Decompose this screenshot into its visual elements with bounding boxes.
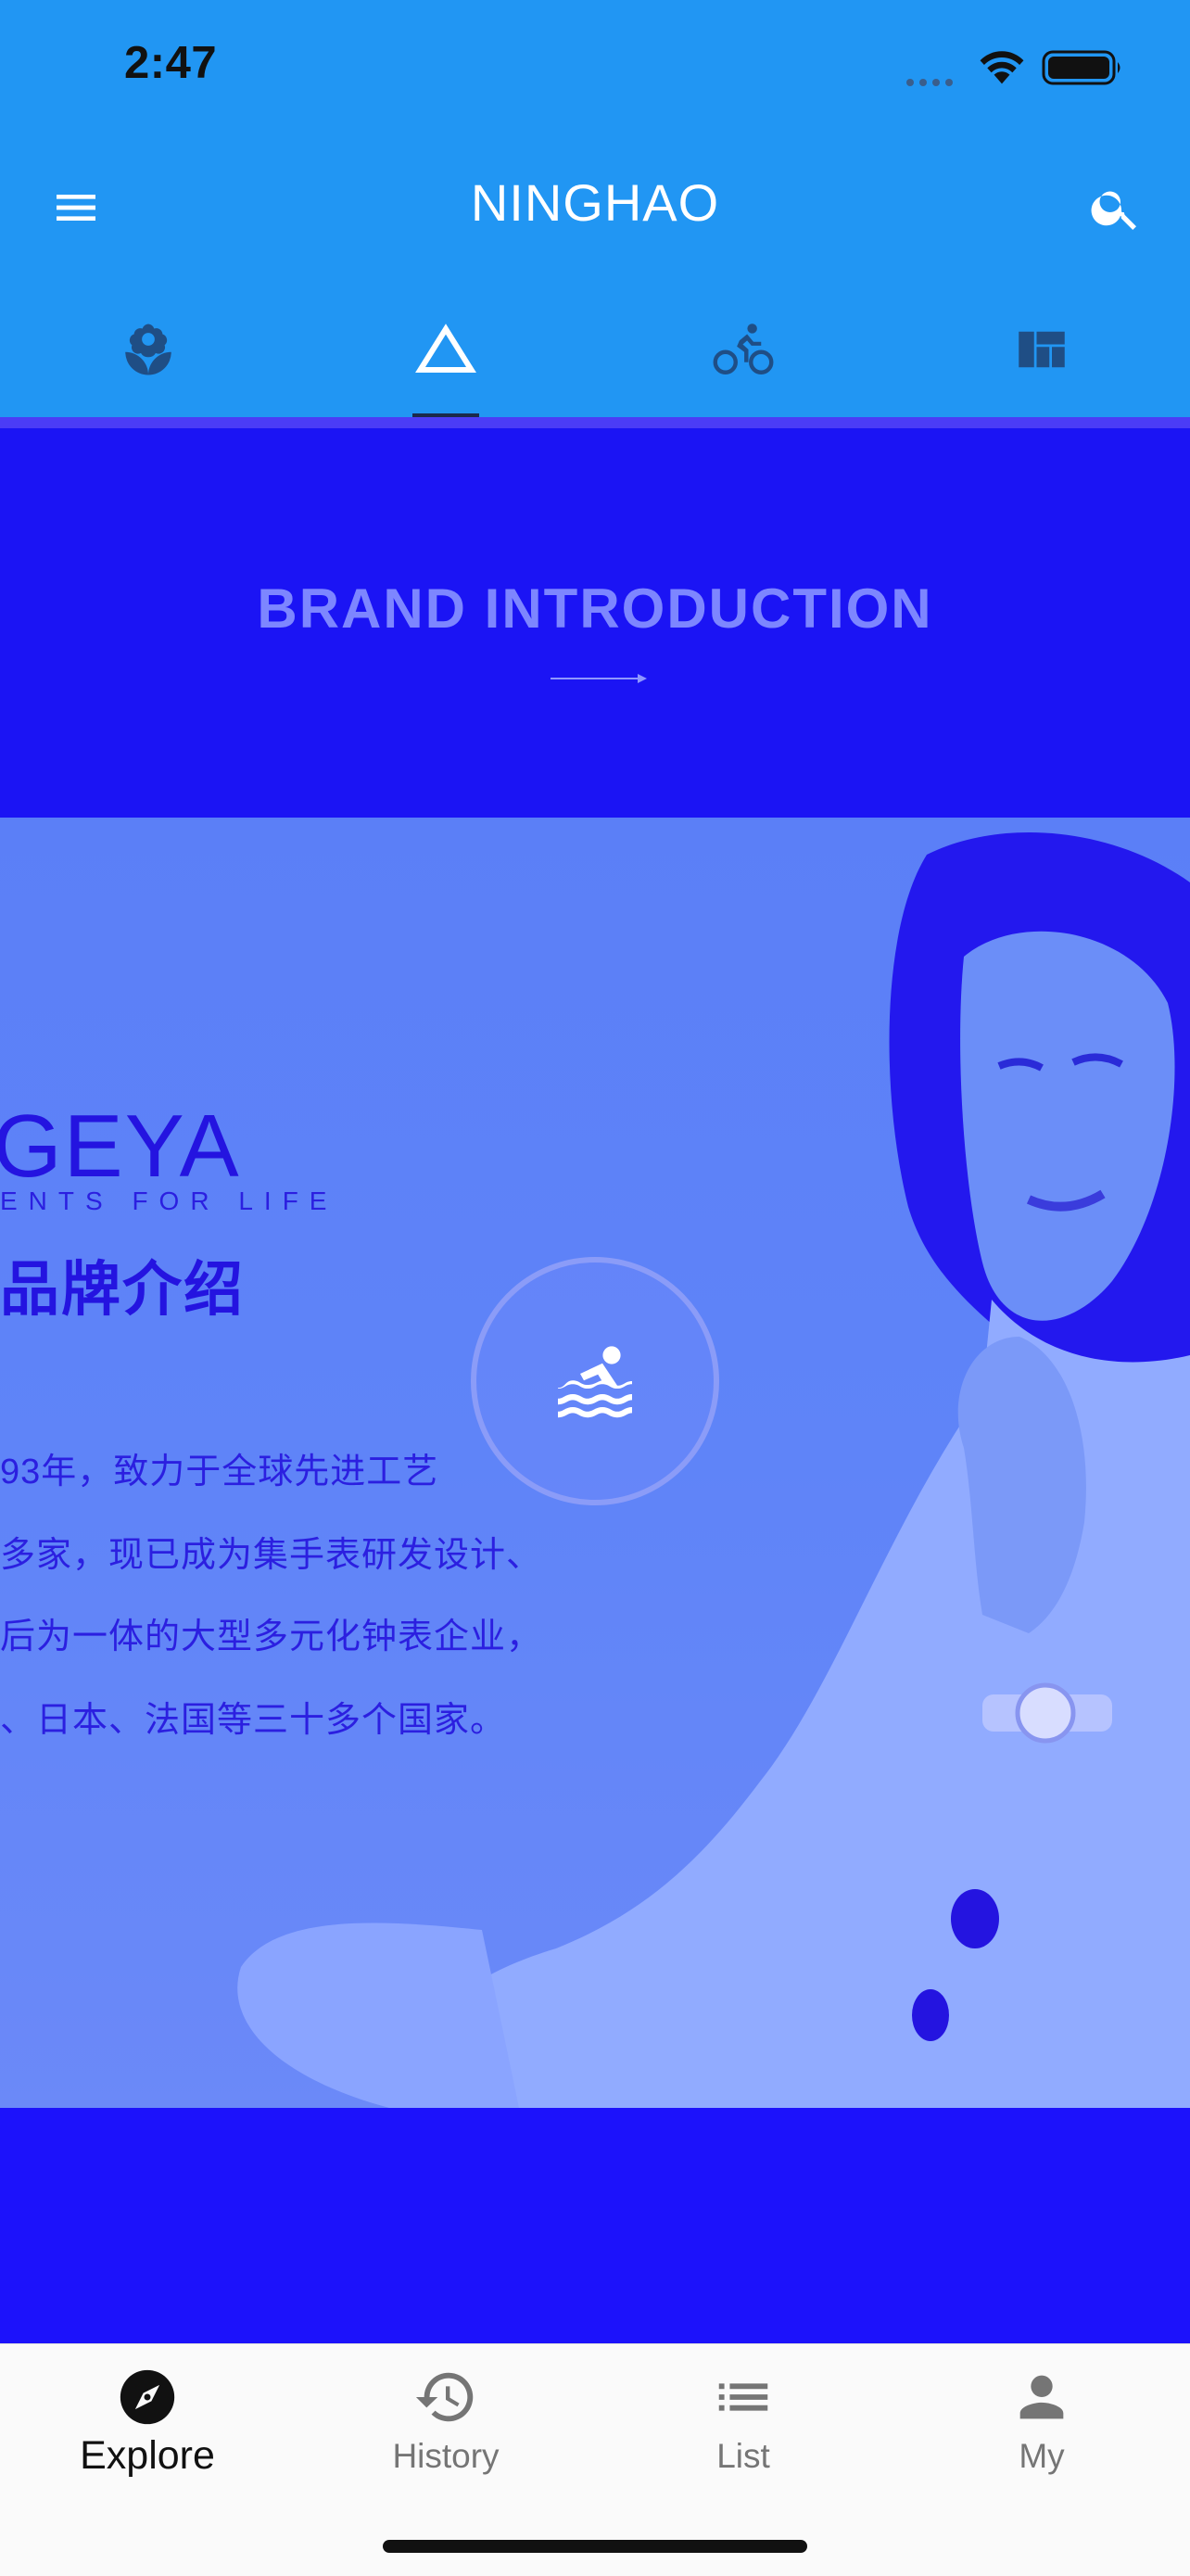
brand-name: GEYA [0, 1097, 241, 1196]
brand-description-line: 、日本、法国等三十多个国家。 [0, 1701, 507, 1740]
pool-button[interactable] [471, 1257, 719, 1505]
nav-label-my: My [1019, 2437, 1065, 2475]
brand-photo-card[interactable]: GEYA ENTS FOR LIFE 品牌介绍 93年，致力于全球先进工艺 多家… [0, 818, 1190, 2108]
pool-icon [557, 1346, 633, 1418]
person-icon [1019, 2375, 1064, 2419]
arrow-right-icon [551, 674, 647, 683]
bike-icon [713, 324, 774, 374]
brand-description-line: 后为一体的大型多元化钟表企业， [0, 1618, 543, 1656]
tab-bar-shadow [0, 417, 1190, 428]
banner-title: BRAND INTRODUCTION [257, 577, 933, 640]
app-title: NINGHAO [470, 173, 720, 232]
search-button[interactable] [1081, 176, 1155, 243]
explore-icon [120, 2369, 175, 2425]
dashboard-icon [1019, 331, 1065, 368]
nav-label-history: History [392, 2437, 500, 2475]
brand-tagline: ENTS FOR LIFE [0, 1186, 338, 1215]
tab-triangle[interactable] [372, 310, 520, 419]
wifi-icon [980, 51, 1024, 84]
nav-label-list: List [716, 2437, 770, 2475]
home-indicator[interactable] [383, 2540, 807, 2553]
triangle-icon [415, 324, 476, 374]
history-icon [415, 2372, 474, 2422]
flower-icon [125, 324, 171, 375]
app-bar: 2:47 NINGHAO [0, 0, 1190, 417]
brand-banner[interactable]: BRAND INTRODUCTION [0, 428, 1190, 818]
nav-label-explore: Explore [80, 2433, 215, 2478]
nav-item-list[interactable]: List [627, 2365, 859, 2494]
tab-flower[interactable] [74, 310, 222, 419]
list-icon [718, 2383, 768, 2411]
brand-description-line: 93年，致力于全球先进工艺 [0, 1453, 439, 1491]
nav-item-explore[interactable]: Explore [32, 2365, 263, 2494]
status-time: 2:47 [124, 38, 218, 88]
battery-icon [1042, 50, 1120, 85]
brand-heading: 品牌介绍 [0, 1256, 245, 1323]
brand-description-line: 多家，现已成为集手表研发设计、 [0, 1536, 543, 1575]
nav-item-history[interactable]: History [330, 2365, 562, 2494]
tab-dashboard[interactable] [968, 310, 1116, 419]
cellular-signal-icon [906, 74, 960, 86]
nav-item-my[interactable]: My [926, 2365, 1158, 2494]
content-background [0, 2108, 1190, 2343]
search-icon [1091, 191, 1136, 230]
tab-bike[interactable] [669, 310, 817, 419]
